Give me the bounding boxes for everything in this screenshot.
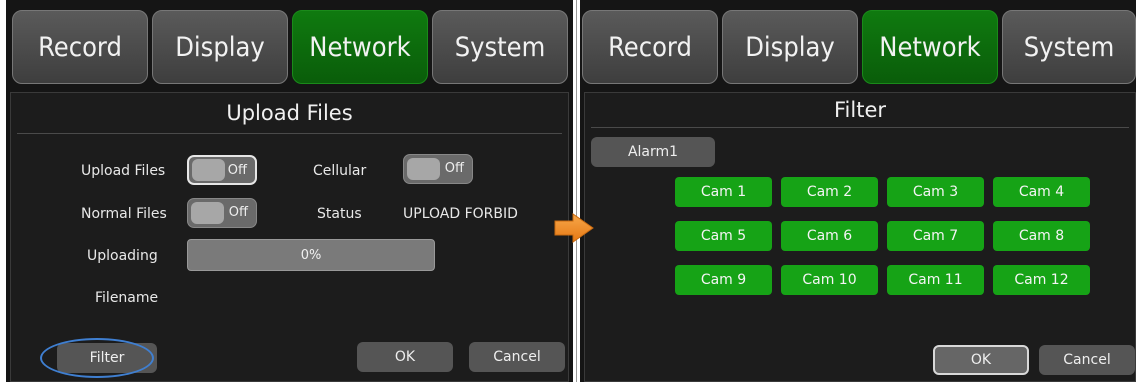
cam-3-button[interactable]: Cam 3	[887, 177, 984, 207]
upload-files-panel: Upload Files Upload Files Off Cellular O…	[10, 92, 569, 382]
normal-files-label: Normal Files	[81, 206, 167, 222]
tab-network[interactable]: Network	[292, 10, 428, 84]
tab-network[interactable]: Network	[862, 10, 998, 84]
toggle-knob	[192, 159, 225, 181]
cam-5-button[interactable]: Cam 5	[675, 221, 772, 251]
highlight-ring	[40, 338, 154, 378]
filter-screen: Record Display Network System Filter Ala…	[580, 0, 1136, 382]
panel-title: Upload Files	[226, 101, 353, 125]
tab-record[interactable]: Record	[582, 10, 718, 84]
cam-6-button[interactable]: Cam 6	[781, 221, 878, 251]
status-value: UPLOAD FORBID	[403, 206, 518, 222]
uploading-label: Uploading	[87, 248, 158, 264]
title-divider	[591, 127, 1129, 128]
cam-11-button[interactable]: Cam 11	[887, 265, 984, 295]
normal-files-toggle[interactable]: Off	[187, 198, 257, 228]
cancel-button[interactable]: Cancel	[1039, 345, 1135, 375]
cam-9-button[interactable]: Cam 9	[675, 265, 772, 295]
cam-10-button[interactable]: Cam 10	[781, 265, 878, 295]
toggle-knob	[407, 158, 440, 180]
cam-1-button[interactable]: Cam 1	[675, 177, 772, 207]
toggle-value: Off	[444, 161, 464, 176]
toggle-value: Off	[228, 205, 248, 220]
tab-display[interactable]: Display	[722, 10, 858, 84]
cam-12-button[interactable]: Cam 12	[993, 265, 1090, 295]
toggle-value: Off	[227, 163, 247, 178]
tab-system[interactable]: System	[1002, 10, 1136, 84]
tab-bar: Record Display Network System	[580, 4, 1136, 84]
cam-8-button[interactable]: Cam 8	[993, 221, 1090, 251]
arrow-right-icon	[554, 213, 594, 243]
panel-title: Filter	[833, 98, 886, 122]
upload-files-toggle[interactable]: Off	[187, 155, 257, 185]
alarm1-button[interactable]: Alarm1	[591, 137, 715, 167]
toggle-knob	[191, 202, 224, 224]
tab-bar: Record Display Network System	[6, 4, 573, 84]
cam-4-button[interactable]: Cam 4	[993, 177, 1090, 207]
cancel-button[interactable]: Cancel	[469, 342, 565, 372]
tab-system[interactable]: System	[432, 10, 568, 84]
cam-7-button[interactable]: Cam 7	[887, 221, 984, 251]
upload-files-screen: Record Display Network System Upload Fil…	[6, 0, 573, 382]
cellular-toggle[interactable]: Off	[403, 154, 473, 184]
screen-divider	[573, 0, 580, 382]
tab-record[interactable]: Record	[12, 10, 148, 84]
ok-button[interactable]: OK	[933, 345, 1029, 375]
title-divider	[17, 133, 562, 134]
filter-panel: Filter Alarm1 Cam 1 Cam 2 Cam 3 Cam 4 Ca…	[584, 92, 1136, 382]
tab-display[interactable]: Display	[152, 10, 288, 84]
cellular-label: Cellular	[313, 163, 367, 179]
progress-text: 0%	[300, 247, 322, 263]
filename-label: Filename	[95, 290, 159, 306]
ok-button[interactable]: OK	[357, 342, 453, 372]
cam-2-button[interactable]: Cam 2	[781, 177, 878, 207]
status-label: Status	[317, 206, 362, 222]
upload-progress-bar: 0%	[187, 239, 435, 271]
upload-files-label: Upload Files	[81, 163, 166, 179]
